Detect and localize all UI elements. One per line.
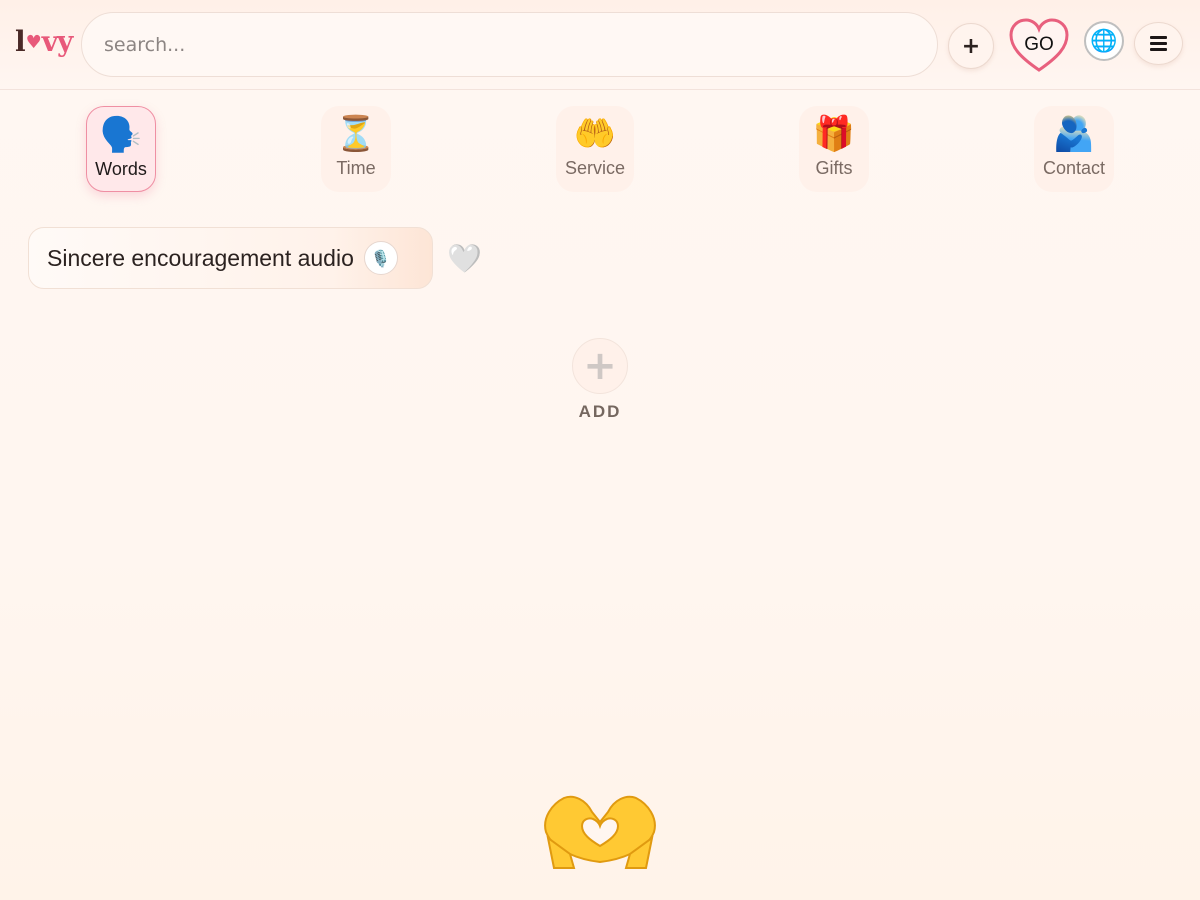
lovy-logo[interactable]: l ♥ vy xyxy=(15,25,74,58)
logo-letters-vy: vy xyxy=(41,25,74,58)
hourglass-icon: ⏳ xyxy=(334,114,378,154)
add-item-button[interactable]: + xyxy=(572,338,628,394)
plus-icon: + xyxy=(583,343,617,389)
search-bar[interactable] xyxy=(81,12,938,77)
tab-label: Gifts xyxy=(815,158,853,178)
list-item: Sincere encouragement audio 🎙️ 🤍 xyxy=(28,227,482,289)
favorite-heart-icon[interactable]: 🤍 xyxy=(447,242,482,275)
top-bar: l ♥ vy + GO 🌐 xyxy=(0,0,1200,90)
tab-label: Time xyxy=(336,158,376,178)
logo-letter-l: l xyxy=(15,25,26,58)
add-label[interactable]: ADD xyxy=(550,402,650,422)
item-card[interactable]: Sincere encouragement audio 🎙️ xyxy=(28,227,433,289)
plus-icon: + xyxy=(961,33,981,59)
tab-label: Contact xyxy=(1042,158,1106,178)
search-input[interactable] xyxy=(104,33,937,56)
tab-time[interactable]: ⏳ Time xyxy=(321,106,391,192)
globe-icon: 🌐 xyxy=(1090,28,1118,54)
item-title: Sincere encouragement audio xyxy=(47,244,354,271)
tab-gifts[interactable]: 🎁 Gifts xyxy=(799,106,869,192)
tab-service[interactable]: 🤲 Service xyxy=(556,106,634,192)
tab-words[interactable]: 🗣️ Words xyxy=(86,106,156,192)
tab-label: Service xyxy=(564,158,626,178)
microphone-glyph: 🎙️ xyxy=(370,248,391,268)
hamburger-icon xyxy=(1150,36,1167,51)
tab-contact[interactable]: 🫂 Contact xyxy=(1034,106,1114,192)
language-button[interactable]: 🌐 xyxy=(1084,21,1124,61)
category-tabs: 🗣️ Words ⏳ Time 🤲 Service 🎁 Gifts 🫂 Cont… xyxy=(0,106,1200,196)
menu-button[interactable] xyxy=(1134,22,1183,65)
tab-label: Words xyxy=(95,159,147,179)
microphone-icon[interactable]: 🎙️ xyxy=(363,241,398,275)
hug-icon: 🫂 xyxy=(1052,114,1096,154)
go-label: GO xyxy=(1024,33,1054,55)
palms-up-icon: 🤲 xyxy=(573,114,617,154)
gift-icon: 🎁 xyxy=(812,114,856,154)
add-button[interactable]: + xyxy=(948,23,994,69)
go-button[interactable]: GO xyxy=(1008,17,1070,74)
logo-heart-icon: ♥ xyxy=(25,32,42,53)
speaking-head-icon: 🗣️ xyxy=(99,115,143,155)
heart-hands-icon xyxy=(544,795,656,869)
